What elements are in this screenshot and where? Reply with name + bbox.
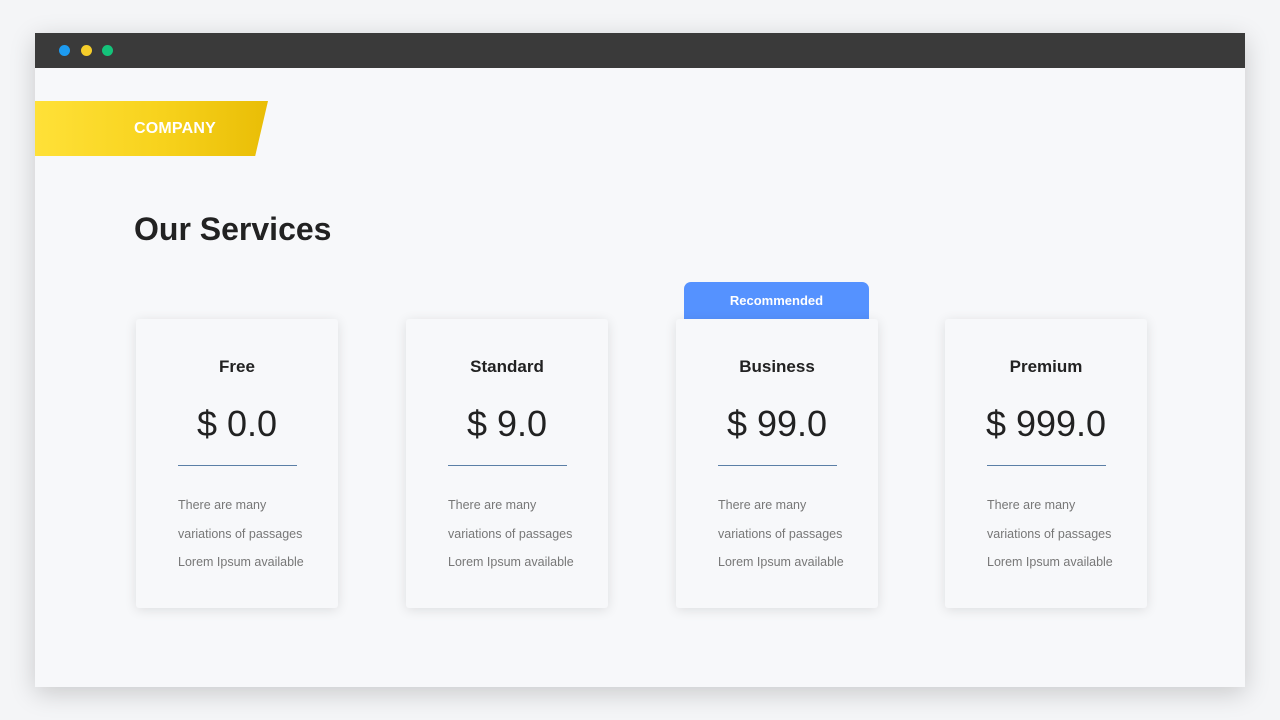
plan-description-line: Lorem Ipsum available <box>718 555 844 569</box>
minimize-window-dot-icon[interactable] <box>81 45 92 56</box>
title-bar <box>35 33 1245 68</box>
plan-card-standard[interactable]: Standard $ 9.0 There are many variations… <box>406 319 608 608</box>
plan-description-line: variations of passages <box>178 526 303 541</box>
plan-price: $ 99.0 <box>726 403 828 444</box>
plan-price: $ 9.0 <box>466 403 548 444</box>
plan-description-line: Lorem Ipsum available <box>178 555 304 569</box>
browser-window: COMPANY Our Services Recommended Free $ … <box>35 33 1245 687</box>
plan-card-business[interactable]: Business $ 99.0 There are many variation… <box>676 319 878 608</box>
plan-description-line: There are many <box>448 498 537 512</box>
recommended-ribbon: Recommended <box>684 282 869 322</box>
plan-description-line: variations of passages <box>448 526 573 541</box>
plan-price: $ 999.0 <box>985 403 1107 444</box>
plan-name: Premium <box>1009 357 1083 376</box>
plan-card-premium[interactable]: Premium $ 999.0 There are many variation… <box>945 319 1147 608</box>
maximize-window-dot-icon[interactable] <box>102 45 113 56</box>
company-banner: COMPANY <box>35 101 268 156</box>
divider <box>448 465 567 466</box>
plan-name: Standard <box>470 357 544 376</box>
plan-description: There are many variations of passages Lo… <box>448 491 598 577</box>
company-label: COMPANY <box>134 120 216 137</box>
divider <box>178 465 297 466</box>
plan-price: $ 0.0 <box>196 403 278 444</box>
plan-description: There are many variations of passages Lo… <box>178 491 328 577</box>
plan-name: Business <box>739 357 815 376</box>
plan-description-line: variations of passages <box>987 526 1112 541</box>
plan-description-line: There are many <box>718 498 807 512</box>
plan-name: Free <box>219 357 255 376</box>
plan-description-line: variations of passages <box>718 526 843 541</box>
plan-description-line: There are many <box>178 498 267 512</box>
divider <box>987 465 1106 466</box>
page-title: Our Services <box>134 211 332 247</box>
close-window-dot-icon[interactable] <box>59 45 70 56</box>
plan-card-free[interactable]: Free $ 0.0 There are many variations of … <box>136 319 338 608</box>
plan-description: There are many variations of passages Lo… <box>718 491 868 577</box>
plan-description-line: Lorem Ipsum available <box>448 555 574 569</box>
divider <box>718 465 837 466</box>
plan-description-line: Lorem Ipsum available <box>987 555 1113 569</box>
plan-description: There are many variations of passages Lo… <box>987 491 1137 577</box>
plan-description-line: There are many <box>987 498 1076 512</box>
